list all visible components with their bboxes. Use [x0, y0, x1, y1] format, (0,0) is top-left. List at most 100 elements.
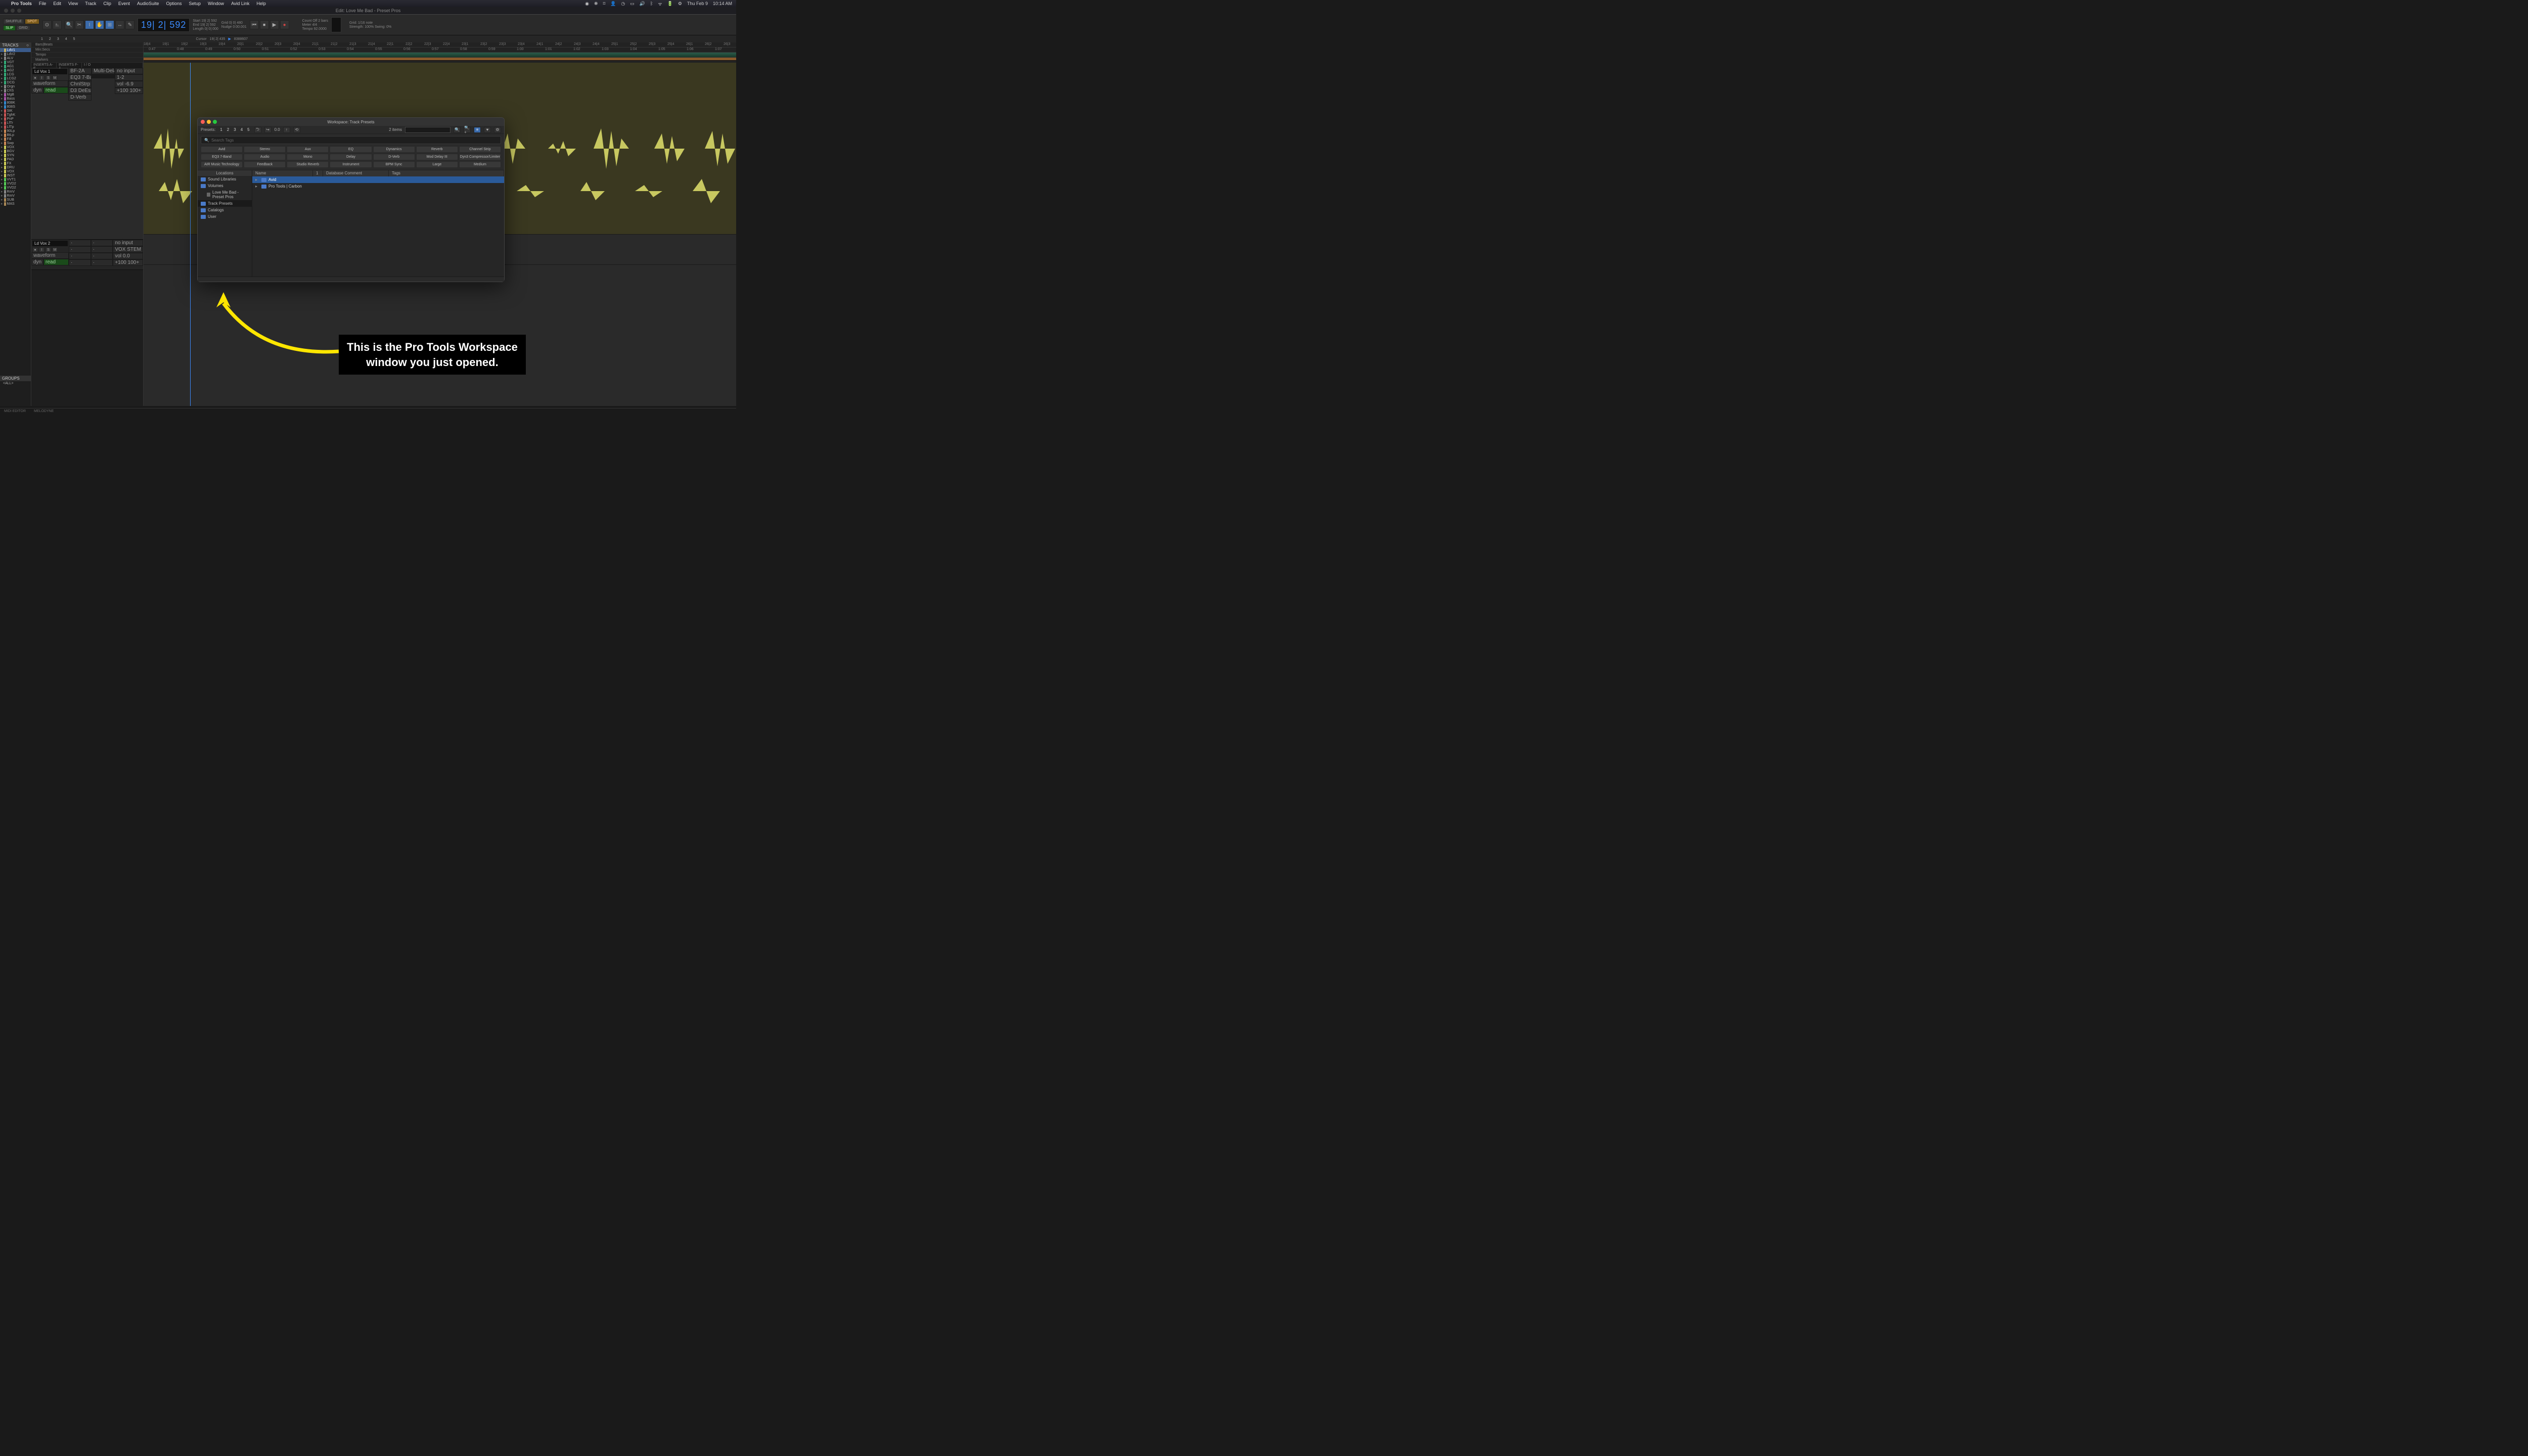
nav-back-icon[interactable]: ⮌: [254, 127, 261, 133]
menu-view[interactable]: View: [68, 1, 78, 6]
preset-4[interactable]: 4: [239, 127, 244, 132]
strength-value[interactable]: 100%: [365, 25, 374, 29]
preset-3[interactable]: 3: [232, 127, 237, 132]
group-all[interactable]: <ALL>: [0, 381, 31, 386]
menubar-date[interactable]: Thu Feb 9: [687, 1, 708, 6]
track-list-item[interactable]: ▸DCG: [0, 80, 31, 84]
insert-a5[interactable]: D-Verb: [68, 94, 92, 101]
track-list-item[interactable]: ▸SYN: [0, 153, 31, 157]
tab-midi-editor[interactable]: MIDI EDITOR: [4, 410, 26, 413]
menu-audiosuite[interactable]: AudioSuite: [137, 1, 159, 6]
track-list-item[interactable]: ▸808S: [0, 105, 31, 109]
trim-tool-icon[interactable]: ⎁: [53, 20, 62, 29]
selector-tool-icon[interactable]: I: [85, 20, 94, 29]
advanced-search-icon[interactable]: 🔍+: [464, 127, 471, 133]
location-item[interactable]: User: [198, 213, 252, 220]
rewind-button[interactable]: ⏮: [250, 20, 259, 29]
window-traffic-lights[interactable]: [4, 9, 21, 13]
grid-value[interactable]: 0| 0| 480: [229, 21, 243, 25]
insert-a4[interactable]: D3 DeEsser: [68, 87, 92, 94]
zoom-preset-1[interactable]: 1: [39, 37, 44, 41]
preset-5[interactable]: 5: [246, 127, 251, 132]
zoom-icon[interactable]: [17, 9, 21, 13]
grid-mode-button[interactable]: GRID: [16, 25, 30, 31]
solo-button[interactable]: S: [46, 75, 51, 80]
clock-icon[interactable]: ◷: [621, 1, 625, 7]
mute-button[interactable]: M: [52, 247, 58, 252]
zoom-preset-5[interactable]: 5: [72, 37, 77, 41]
location-item[interactable]: Track Presets: [198, 200, 252, 207]
search-tags-input[interactable]: 🔍 Search Tags: [201, 136, 501, 144]
slip-mode-button[interactable]: SLIP: [3, 25, 16, 31]
track-list-item[interactable]: ▸VOX: [0, 145, 31, 149]
track-list-item[interactable]: ▸90Lp: [0, 129, 31, 133]
track-list-item[interactable]: ▸LfTp: [0, 125, 31, 129]
grabber-tool-icon[interactable]: ✋: [95, 20, 104, 29]
filter-tag[interactable]: Studio Reverb: [287, 161, 329, 168]
insert-a3[interactable]: ChnlStrp: [68, 81, 92, 87]
io-input[interactable]: no input: [113, 240, 143, 246]
insert-f1[interactable]: Multi-Delay: [92, 68, 115, 74]
tags-view-icon[interactable]: ≡: [474, 127, 481, 133]
up-arrow-icon[interactable]: ↑: [283, 127, 290, 133]
filter-tag[interactable]: EQ3 7-Band: [201, 154, 243, 160]
loop-icon[interactable]: ⟲: [293, 127, 300, 133]
colorsync-icon[interactable]: ❋: [594, 1, 598, 7]
end-value[interactable]: 19| 2| 592: [200, 23, 216, 27]
menu-track[interactable]: Track: [85, 1, 96, 6]
track-list-item[interactable]: ▸ALV: [0, 56, 31, 60]
track-list-item[interactable]: ▸BGV: [0, 149, 31, 153]
track-list-item[interactable]: ▸FX: [0, 161, 31, 165]
screenrec-icon[interactable]: ◉: [585, 1, 589, 7]
location-item[interactable]: Volumes: [198, 183, 252, 189]
filter-tag[interactable]: Stereo: [244, 146, 286, 153]
io-pan[interactable]: +100 100+: [115, 87, 143, 94]
zoom-preset-4[interactable]: 4: [64, 37, 69, 41]
track-list-item[interactable]: ▸VVT1: [0, 177, 31, 181]
filter-tag[interactable]: BPM Sync: [373, 161, 415, 168]
play-button[interactable]: ▶: [270, 20, 279, 29]
track-list-item[interactable]: ▸Fill: [0, 137, 31, 141]
track-list-item[interactable]: ▸VGT: [0, 60, 31, 64]
volume-icon[interactable]: 🔊: [640, 1, 645, 7]
track-list-item[interactable]: ▸Orgn: [0, 84, 31, 88]
track-list-item[interactable]: ▸LCG2: [0, 76, 31, 80]
control-center-icon[interactable]: ⚙: [678, 1, 682, 7]
workspace-window[interactable]: Workspace: Track Presets Presets: 1 2 3 …: [197, 117, 505, 282]
track-header-ldvox2[interactable]: Ld Vox 2 ● I S M waveform dynread ·: [31, 240, 143, 270]
filter-tag[interactable]: Avid: [201, 146, 243, 153]
menu-options[interactable]: Options: [166, 1, 182, 6]
menu-window[interactable]: Window: [208, 1, 224, 6]
shuffle-mode-button[interactable]: SHUFFLE: [3, 19, 24, 24]
rec-arm-button[interactable]: ●: [32, 75, 38, 80]
trimmer-tool-icon[interactable]: ✂: [75, 20, 84, 29]
filter-tag[interactable]: Aux: [287, 146, 329, 153]
track-list-item[interactable]: ▸MAS: [0, 202, 31, 206]
ws-zoom-button[interactable]: [213, 120, 217, 124]
minimize-icon[interactable]: [11, 9, 15, 13]
track-list-item[interactable]: ▸LfTr: [0, 121, 31, 125]
track-list[interactable]: ▸LdV1▸LdV2▸ALV▸VGT▸AG1▸AG2▸LCG▸LCG2▸DCG▸…: [0, 48, 31, 376]
menu-edit[interactable]: Edit: [53, 1, 61, 6]
workspace-column-headers[interactable]: Name 1 Database Comment Tags: [252, 170, 504, 176]
menu-help[interactable]: Help: [256, 1, 266, 6]
col-index[interactable]: 1: [313, 170, 323, 176]
location-item[interactable]: Love Me Bad - Preset Pros: [198, 189, 252, 200]
track-list-item[interactable]: ▸Bass: [0, 97, 31, 101]
tab-melodyne[interactable]: MELODYNE: [34, 410, 54, 413]
workspace-titlebar[interactable]: Workspace: Track Presets: [198, 118, 504, 126]
tracks-menu-icon[interactable]: ○: [26, 43, 29, 48]
main-counter[interactable]: 19| 2| 592: [138, 18, 190, 32]
smart-tool-icon[interactable]: ⊞: [105, 20, 114, 29]
insert-a1[interactable]: BF-2A: [68, 68, 92, 74]
workspace-search-field[interactable]: [405, 127, 450, 133]
result-row[interactable]: ▸Pro Tools | Carbon: [252, 183, 504, 190]
io-pan[interactable]: +100 100+: [113, 259, 143, 266]
filter-tag[interactable]: Medium: [459, 161, 501, 168]
track-header-ldvox1[interactable]: Ld Vox 1 ● I S M waveform dynread BF-2: [31, 68, 143, 240]
wifi-icon[interactable]: ᯤ: [658, 1, 662, 7]
result-row[interactable]: ▸Avid: [252, 176, 504, 183]
menu-setup[interactable]: Setup: [189, 1, 201, 6]
scrubber-tool-icon[interactable]: ↔: [115, 20, 124, 29]
nudge-value[interactable]: 0:00.001: [233, 25, 246, 29]
